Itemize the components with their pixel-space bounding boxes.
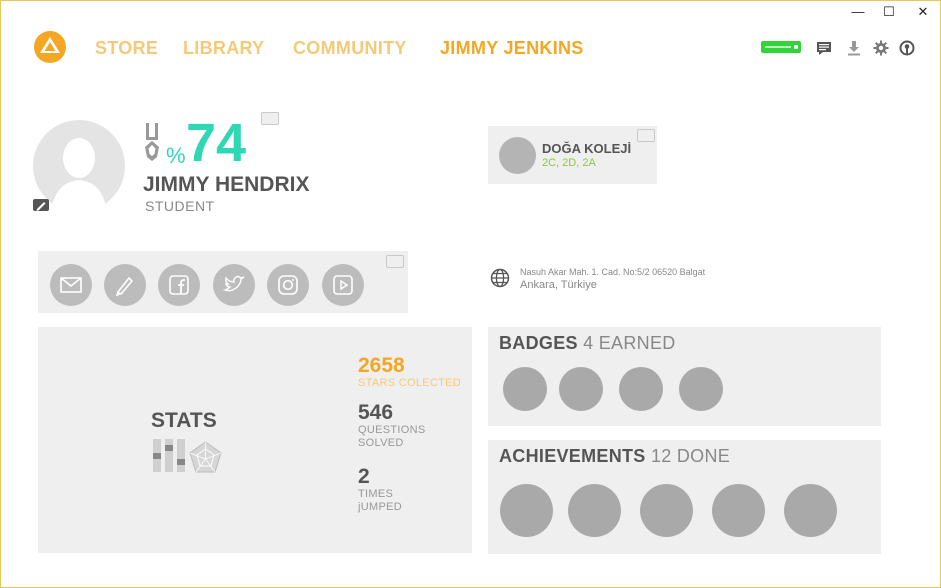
- radar-stats-icon[interactable]: [189, 441, 222, 473]
- achievement[interactable]: [568, 484, 621, 537]
- edit-avatar-icon[interactable]: [33, 199, 49, 211]
- stat-value: 2658: [358, 354, 405, 377]
- address-line-1: Nasuh Akar Mah. 1. Cad. No:5/2 06520 Bal…: [520, 267, 706, 277]
- twitter-button[interactable]: [213, 264, 255, 306]
- achievement[interactable]: [640, 484, 693, 537]
- badges-title: BADGES 4 EARNED: [499, 333, 676, 354]
- achievements-title: ACHIEVEMENTS 12 DONE: [499, 446, 730, 467]
- school-classes: 2C, 2D, 2A: [542, 157, 596, 169]
- pencil-icon: [115, 276, 134, 296]
- website-button[interactable]: [104, 264, 146, 306]
- status-dot: [794, 45, 798, 49]
- achievement[interactable]: [500, 484, 553, 537]
- stat-value: 546: [358, 401, 394, 424]
- user-role: STUDENT: [145, 198, 215, 214]
- close-button[interactable]: ✕: [913, 4, 933, 20]
- maximize-button[interactable]: ☐: [879, 4, 899, 20]
- achievements-title-main: ACHIEVEMENTS: [499, 446, 646, 466]
- stat-label: QUESTIONS: [358, 424, 426, 436]
- stat-label: TIMES: [358, 488, 394, 500]
- app-logo[interactable]: [34, 31, 66, 63]
- expand-icon[interactable]: [637, 129, 655, 142]
- logo-icon: [40, 37, 60, 53]
- badge[interactable]: [679, 367, 723, 411]
- globe-icon: [490, 268, 510, 288]
- badges-title-main: BADGES: [499, 333, 578, 353]
- badges-count: 4 EARNED: [583, 333, 676, 353]
- youtube-icon: [333, 275, 353, 295]
- facebook-icon: [169, 275, 189, 295]
- school-avatar: [499, 137, 536, 174]
- twitter-icon: [223, 275, 245, 292]
- user-name: JIMMY HENDRIX: [143, 173, 310, 196]
- pencil-icon: [36, 202, 46, 211]
- mail-icon: [60, 277, 82, 293]
- stat-label: STARS COLECTED: [358, 377, 462, 389]
- achievements-count: 12 DONE: [650, 446, 731, 466]
- stat-questions: 546 QUESTIONS SOLVED: [358, 402, 426, 450]
- stat-jumped: 2 TIMES jUMPED: [358, 466, 402, 514]
- badge[interactable]: [503, 367, 547, 411]
- facebook-button[interactable]: [158, 264, 200, 306]
- chat-icon[interactable]: [816, 40, 832, 56]
- status-bar: [765, 46, 791, 48]
- stat-label: SOLVED: [358, 437, 404, 449]
- stats-title: STATS: [151, 409, 217, 432]
- profile-percent: 74: [186, 113, 247, 173]
- nav-library[interactable]: LIBRARY: [183, 38, 264, 59]
- instagram-icon: [278, 275, 298, 295]
- settings-icon[interactable]: [873, 40, 889, 56]
- stat-value: 2: [358, 465, 370, 488]
- instagram-button[interactable]: [267, 264, 309, 306]
- nav-community[interactable]: COMMUNITY: [293, 38, 407, 59]
- badge[interactable]: [559, 367, 603, 411]
- stat-label: jUMPED: [358, 501, 402, 513]
- badge[interactable]: [619, 367, 663, 411]
- achievement[interactable]: [712, 484, 765, 537]
- nav-profile[interactable]: JIMMY JENKINS: [440, 38, 584, 59]
- medal-icon: [145, 123, 159, 161]
- school-name: DOĞA KOLEJİ: [542, 141, 632, 156]
- youtube-button[interactable]: [322, 264, 364, 306]
- screen-icon[interactable]: [261, 112, 279, 125]
- bar-stats-icon[interactable]: [152, 439, 186, 472]
- support-icon[interactable]: [899, 40, 915, 56]
- percent-sign: %: [166, 143, 186, 168]
- minimize-button[interactable]: —: [848, 4, 868, 19]
- screen-icon[interactable]: [386, 255, 404, 268]
- stat-stars: 2658 STARS COLECTED: [358, 355, 461, 390]
- download-icon[interactable]: [846, 40, 862, 56]
- achievement[interactable]: [784, 484, 837, 537]
- nav-store[interactable]: STORE: [95, 38, 158, 59]
- address-line-2: Ankara, Türkiye: [520, 279, 597, 291]
- status-indicator[interactable]: [761, 41, 801, 53]
- mail-button[interactable]: [50, 264, 92, 306]
